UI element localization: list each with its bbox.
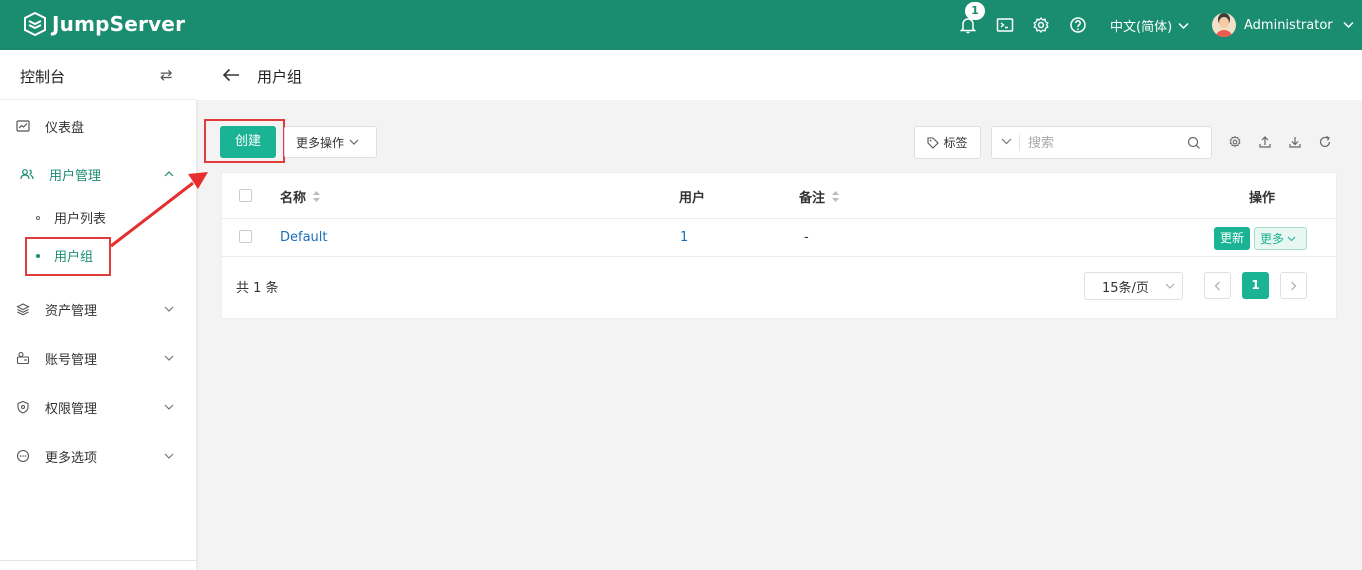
avatar xyxy=(1212,13,1236,37)
sidebar: 控制台 ⇄ 仪表盘 用户管理 用户列表 用户组 资产管理 账号管理 权限管理 更… xyxy=(0,50,196,570)
highlight-box-user-groups xyxy=(25,237,111,276)
row-checkbox[interactable] xyxy=(239,230,252,243)
column-header-users: 用户 xyxy=(679,187,705,206)
column-header-label: 操作 xyxy=(1249,191,1276,206)
layers-icon xyxy=(16,303,30,316)
notification-badge: 1 xyxy=(965,2,985,20)
sidebar-item-label: 用户管理 xyxy=(49,168,102,184)
language-switcher[interactable]: 中文(简体) xyxy=(1110,16,1189,35)
jumpserver-logo-icon xyxy=(24,11,46,37)
chevron-down-icon[interactable] xyxy=(1001,138,1012,145)
next-page-button[interactable] xyxy=(1280,272,1307,299)
settings-icon[interactable] xyxy=(1228,135,1242,149)
divider xyxy=(0,99,196,100)
user-count-link[interactable]: 1 xyxy=(680,230,688,245)
chevron-left-icon xyxy=(1214,281,1220,290)
search-box[interactable] xyxy=(991,126,1212,159)
row-more-label: 更多 xyxy=(1260,232,1285,246)
logo-text: JumpServer xyxy=(52,12,186,36)
logo[interactable]: JumpServer xyxy=(22,11,185,37)
more-actions-button[interactable]: 更多操作 xyxy=(284,126,377,158)
user-groups-table: 名称 用户 备注 操作 Default 1 - 更新 更多 共 1 条 15条/… xyxy=(221,172,1338,319)
chevron-right-icon xyxy=(1291,281,1297,290)
sidebar-item-permission-management[interactable]: 权限管理 xyxy=(0,387,196,427)
bullet-icon xyxy=(36,215,40,220)
dashboard-icon xyxy=(16,120,30,132)
row-more-button[interactable]: 更多 xyxy=(1254,227,1307,250)
page-header: 用户组 xyxy=(196,50,1362,100)
sidebar-item-more-options[interactable]: 更多选项 xyxy=(0,436,196,476)
chevron-down-icon xyxy=(349,139,359,145)
swap-view-icon[interactable]: ⇄ xyxy=(160,66,173,84)
back-arrow-icon[interactable] xyxy=(222,67,240,83)
chevron-down-icon xyxy=(164,355,174,361)
tags-button[interactable]: 标签 xyxy=(914,126,981,159)
top-header: JumpServer 1 中文(简体) Administrator xyxy=(0,0,1362,50)
gear-icon[interactable] xyxy=(1031,15,1051,35)
page-title: 用户组 xyxy=(257,68,303,86)
tags-label: 标签 xyxy=(943,136,968,150)
sidebar-item-dashboard[interactable]: 仪表盘 xyxy=(0,106,196,146)
group-name-link[interactable]: Default xyxy=(280,230,328,245)
column-header-name[interactable]: 名称 xyxy=(280,187,321,206)
column-header-label: 备注 xyxy=(799,191,826,206)
upload-icon[interactable] xyxy=(1258,135,1272,149)
sidebar-subitem-user-list[interactable]: 用户列表 xyxy=(36,208,106,227)
sidebar-item-label: 更多选项 xyxy=(45,450,98,466)
user-menu[interactable]: Administrator xyxy=(1212,13,1354,37)
chevron-down-icon xyxy=(1178,22,1189,29)
sort-icon[interactable] xyxy=(831,190,840,203)
column-header-actions: 操作 xyxy=(1249,187,1275,206)
column-header-label: 用户 xyxy=(679,191,706,206)
tag-icon xyxy=(927,136,940,149)
refresh-icon[interactable] xyxy=(1318,135,1332,149)
more-circle-icon xyxy=(16,449,30,463)
chevron-down-icon xyxy=(164,453,174,459)
page-size-select[interactable]: 15条/页 xyxy=(1084,272,1183,300)
sidebar-subitem-label: 用户列表 xyxy=(54,212,107,227)
sort-icon[interactable] xyxy=(312,190,321,203)
chevron-down-icon xyxy=(1343,21,1354,29)
help-icon[interactable] xyxy=(1068,15,1088,35)
username: Administrator xyxy=(1244,17,1333,33)
select-all-checkbox[interactable] xyxy=(239,189,252,202)
language-label: 中文(简体) xyxy=(1110,20,1173,35)
sidebar-item-label: 权限管理 xyxy=(45,401,98,417)
sidebar-item-label: 账号管理 xyxy=(45,352,98,368)
comment-value: - xyxy=(804,230,809,245)
download-icon[interactable] xyxy=(1288,135,1302,149)
page-size-label: 15条/页 xyxy=(1102,280,1149,296)
sidebar-item-account-management[interactable]: 账号管理 xyxy=(0,338,196,378)
column-header-label: 名称 xyxy=(280,191,307,206)
search-input[interactable] xyxy=(1028,133,1178,153)
divider xyxy=(222,256,1338,257)
terminal-icon[interactable] xyxy=(995,15,1015,35)
accounts-icon xyxy=(16,351,30,365)
sidebar-title: 控制台 xyxy=(20,68,66,86)
highlight-box-create xyxy=(204,119,285,163)
chevron-down-icon xyxy=(1165,283,1175,289)
users-icon xyxy=(20,169,34,180)
divider xyxy=(222,218,1338,219)
shield-icon xyxy=(17,400,29,414)
prev-page-button[interactable] xyxy=(1204,272,1231,299)
chevron-up-icon xyxy=(164,171,174,177)
column-header-comment[interactable]: 备注 xyxy=(799,187,840,206)
chevron-down-icon xyxy=(164,306,174,312)
chevron-down-icon xyxy=(1287,236,1296,241)
total-count: 共 1 条 xyxy=(236,281,279,296)
page-number-current[interactable]: 1 xyxy=(1242,272,1269,299)
divider xyxy=(0,560,196,561)
update-button[interactable]: 更新 xyxy=(1214,227,1250,250)
sidebar-item-label: 仪表盘 xyxy=(45,120,85,136)
more-actions-label: 更多操作 xyxy=(296,135,345,150)
search-icon[interactable] xyxy=(1187,136,1201,150)
sidebar-item-asset-management[interactable]: 资产管理 xyxy=(0,289,196,329)
sidebar-item-user-management[interactable]: 用户管理 xyxy=(0,154,196,194)
sidebar-item-label: 资产管理 xyxy=(45,303,98,319)
chevron-down-icon xyxy=(164,404,174,410)
divider xyxy=(1019,135,1020,151)
